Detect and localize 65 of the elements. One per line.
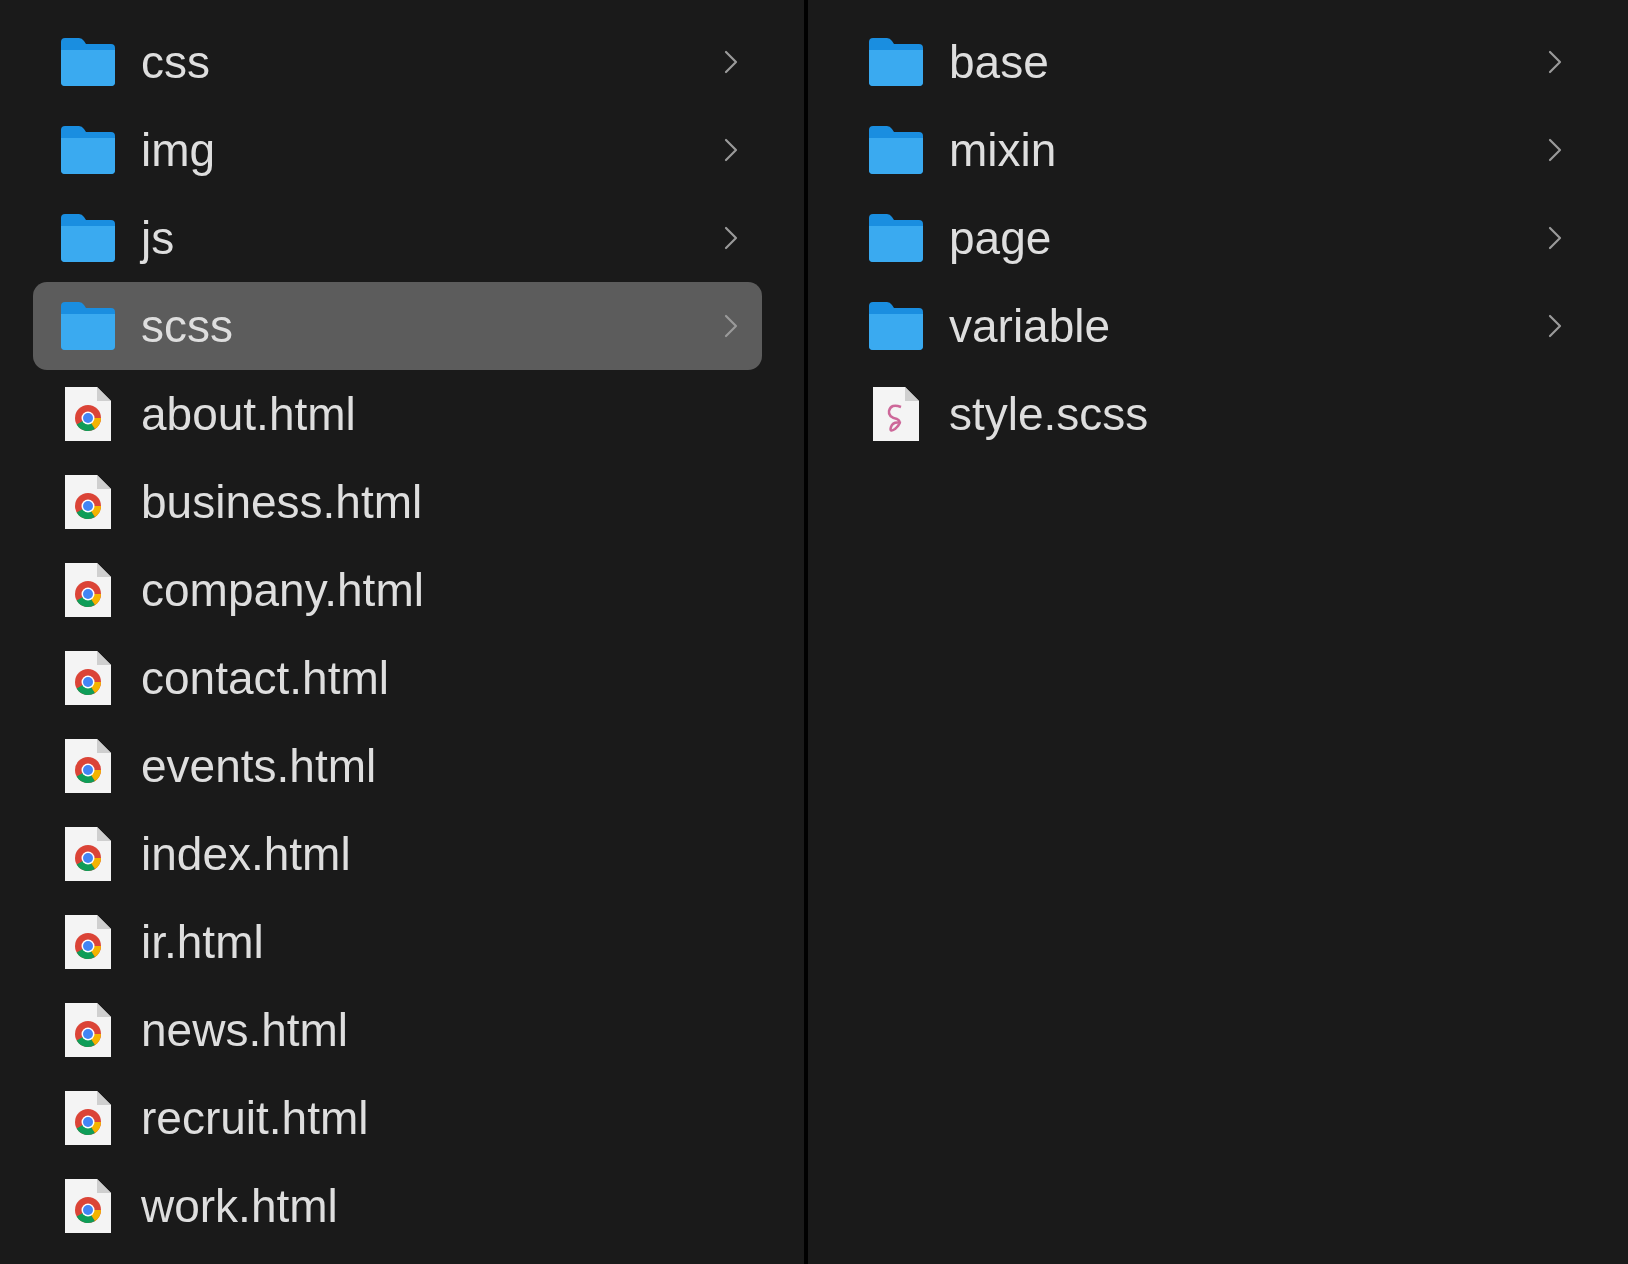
file-row[interactable]: company.html	[33, 546, 762, 634]
file-name: page	[949, 211, 1053, 265]
file-name: recruit.html	[141, 1091, 370, 1145]
folder-icon	[59, 36, 117, 88]
file-name: company.html	[141, 563, 425, 617]
file-name: base	[949, 35, 1050, 89]
file-name: news.html	[141, 1003, 350, 1057]
file-row[interactable]: base	[841, 18, 1586, 106]
folder-icon	[867, 212, 925, 264]
file-name: js	[141, 211, 176, 265]
sass-document-icon	[871, 385, 921, 443]
chevron-right-icon	[1548, 138, 1562, 162]
file-row[interactable]: business.html	[33, 458, 762, 546]
chrome-document-icon	[63, 1001, 113, 1059]
file-row[interactable]: ir.html	[33, 898, 762, 986]
file-row[interactable]: about.html	[33, 370, 762, 458]
file-row[interactable]: scss	[33, 282, 762, 370]
folder-icon	[59, 124, 117, 176]
file-name: contact.html	[141, 651, 390, 705]
file-name: css	[141, 35, 211, 89]
chrome-document-icon	[63, 913, 113, 971]
chevron-right-icon	[1548, 226, 1562, 250]
chrome-document-icon	[63, 649, 113, 707]
folder-icon	[867, 124, 925, 176]
file-name: index.html	[141, 827, 352, 881]
file-name: variable	[949, 299, 1112, 353]
file-name: style.scss	[949, 387, 1150, 441]
chevron-right-icon	[1548, 314, 1562, 338]
file-row[interactable]: recruit.html	[33, 1074, 762, 1162]
chrome-document-icon	[63, 1177, 113, 1235]
file-name: ir.html	[141, 915, 265, 969]
folder-icon	[867, 36, 925, 88]
file-row[interactable]: mixin	[841, 106, 1586, 194]
chrome-document-icon	[63, 825, 113, 883]
file-row[interactable]: work.html	[33, 1162, 762, 1250]
file-row[interactable]: style.scss	[841, 370, 1586, 458]
chrome-document-icon	[63, 385, 113, 443]
file-row[interactable]: contact.html	[33, 634, 762, 722]
file-name: business.html	[141, 475, 424, 529]
file-row[interactable]: news.html	[33, 986, 762, 1074]
file-row[interactable]: img	[33, 106, 762, 194]
chevron-right-icon	[724, 138, 738, 162]
chrome-document-icon	[63, 473, 113, 531]
file-name: img	[141, 123, 217, 177]
folder-icon	[59, 212, 117, 264]
chevron-right-icon	[724, 50, 738, 74]
folder-icon	[867, 300, 925, 352]
chrome-document-icon	[63, 1089, 113, 1147]
file-row[interactable]: variable	[841, 282, 1586, 370]
file-name: about.html	[141, 387, 357, 441]
chevron-right-icon	[724, 226, 738, 250]
file-row[interactable]: events.html	[33, 722, 762, 810]
file-name: work.html	[141, 1179, 339, 1233]
chrome-document-icon	[63, 737, 113, 795]
file-name: scss	[141, 299, 234, 353]
file-row[interactable]: page	[841, 194, 1586, 282]
file-row[interactable]: css	[33, 18, 762, 106]
file-row[interactable]: index.html	[33, 810, 762, 898]
file-name: mixin	[949, 123, 1058, 177]
chevron-right-icon	[1548, 50, 1562, 74]
file-name: events.html	[141, 739, 378, 793]
file-row[interactable]: js	[33, 194, 762, 282]
folder-icon	[59, 300, 117, 352]
chevron-right-icon	[724, 314, 738, 338]
chrome-document-icon	[63, 561, 113, 619]
